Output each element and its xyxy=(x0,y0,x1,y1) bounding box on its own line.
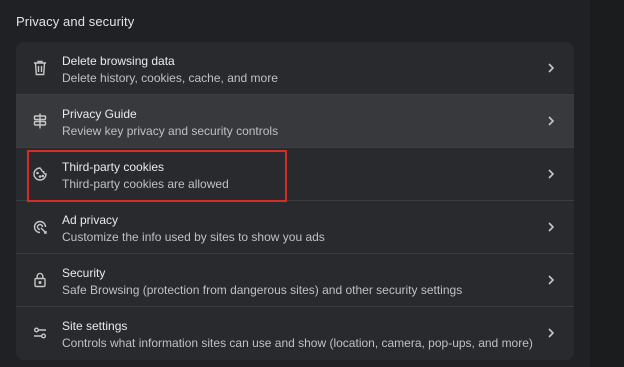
row-title: Security xyxy=(62,266,106,280)
sliders-icon xyxy=(32,324,48,342)
row-privacy-guide[interactable]: Privacy Guide Review key privacy and sec… xyxy=(16,95,574,148)
row-title: Ad privacy xyxy=(62,213,119,227)
row-subtitle: Review key privacy and security controls xyxy=(62,124,279,138)
signpost-icon xyxy=(32,112,48,130)
row-third-party-cookies[interactable]: Third-party cookies Third-party cookies … xyxy=(16,148,574,201)
row-subtitle: Customize the info used by sites to show… xyxy=(62,230,325,244)
row-subtitle: Controls what information sites can use … xyxy=(62,336,533,350)
settings-page: Privacy and security Delete browsing dat… xyxy=(0,0,624,367)
chevron-right-icon xyxy=(546,273,556,287)
section-title: Privacy and security xyxy=(16,14,135,29)
row-subtitle: Safe Browsing (protection from dangerous… xyxy=(62,283,463,297)
row-site-settings[interactable]: Site settings Controls what information … xyxy=(16,307,574,360)
row-title: Third-party cookies xyxy=(62,160,165,174)
privacy-settings-card: Delete browsing data Delete history, coo… xyxy=(16,42,574,360)
chevron-right-icon xyxy=(546,114,556,128)
cookie-icon xyxy=(32,165,48,183)
chevron-right-icon xyxy=(546,220,556,234)
row-subtitle: Third-party cookies are allowed xyxy=(62,177,229,191)
row-title: Site settings xyxy=(62,319,128,333)
row-ad-privacy[interactable]: Ad privacy Customize the info used by si… xyxy=(16,201,574,254)
trash-icon xyxy=(32,59,48,77)
right-panel-edge xyxy=(590,0,624,367)
ad-privacy-icon xyxy=(32,218,48,236)
chevron-right-icon xyxy=(546,326,556,340)
chevron-right-icon xyxy=(546,167,556,181)
chevron-right-icon xyxy=(546,61,556,75)
row-title: Privacy Guide xyxy=(62,107,137,121)
row-title: Delete browsing data xyxy=(62,54,175,68)
lock-icon xyxy=(32,271,48,289)
row-security[interactable]: Security Safe Browsing (protection from … xyxy=(16,254,574,307)
row-subtitle: Delete history, cookies, cache, and more xyxy=(62,71,278,85)
row-delete-browsing-data[interactable]: Delete browsing data Delete history, coo… xyxy=(16,42,574,95)
